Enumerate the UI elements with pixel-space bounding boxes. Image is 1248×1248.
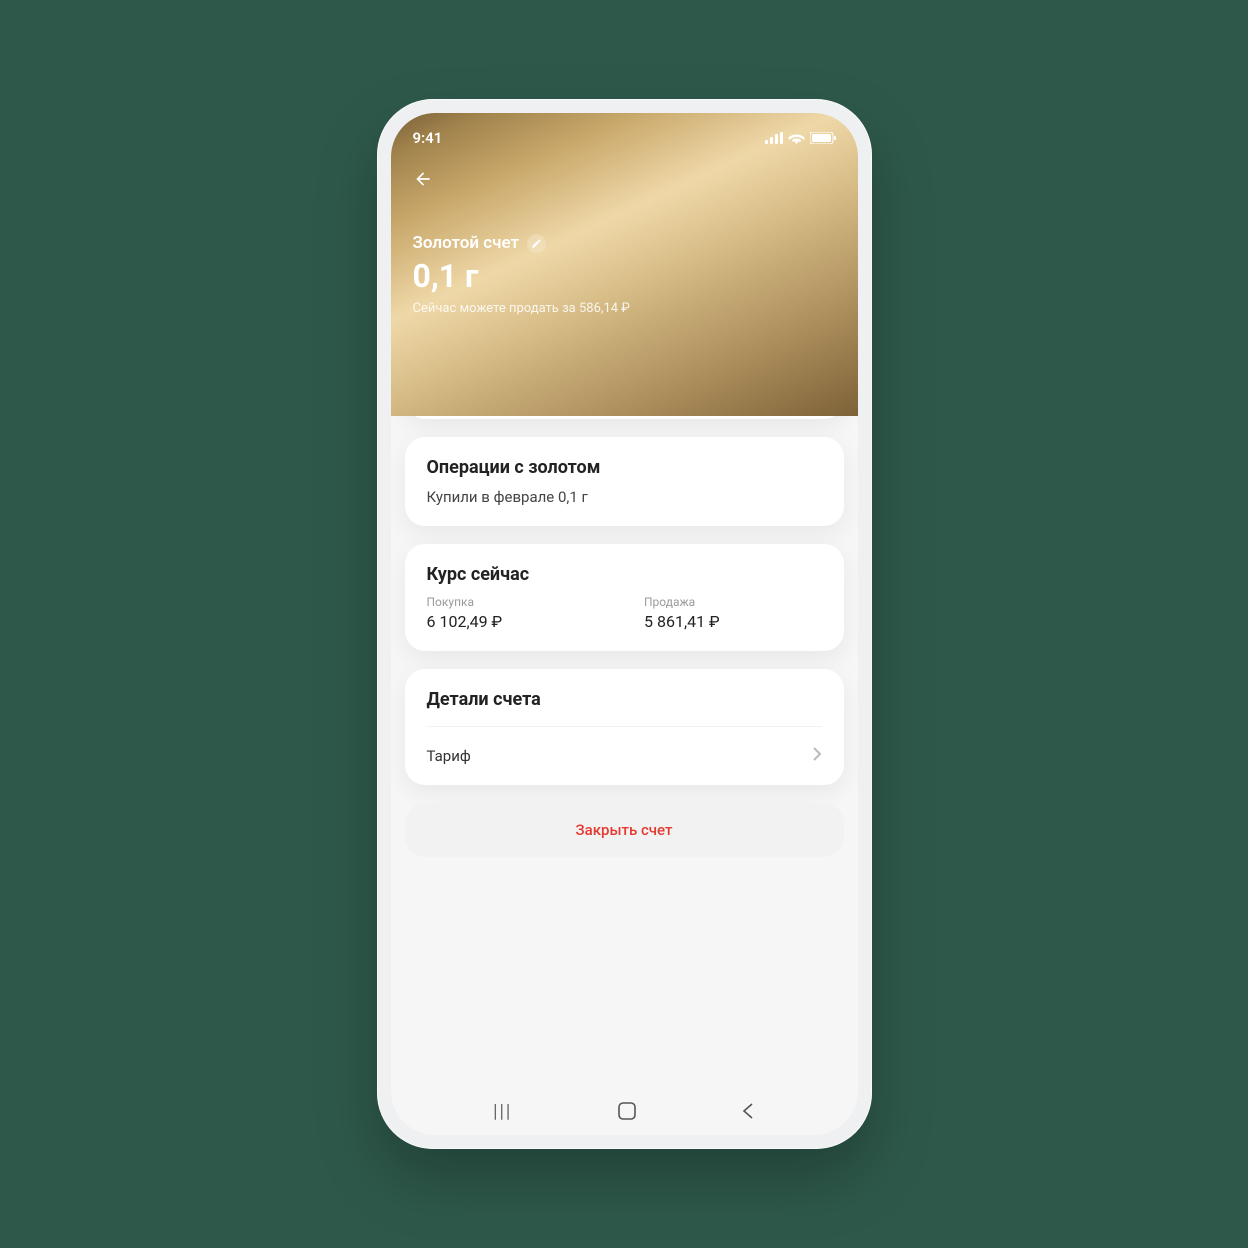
content-body: Купить Продать Операции с золотом Купили…	[391, 332, 858, 1087]
tariff-row[interactable]: Тариф	[427, 726, 822, 785]
close-account-button[interactable]: Закрыть счет	[405, 803, 844, 857]
rate-sell-value: 5 861,41 ₽	[644, 612, 822, 631]
back-button[interactable]	[413, 165, 441, 193]
battery-icon	[810, 132, 836, 144]
details-title: Детали счета	[427, 689, 822, 710]
system-nav-bar: |||	[391, 1087, 858, 1135]
wifi-icon	[788, 132, 805, 144]
pencil-icon	[531, 238, 542, 249]
operations-line: Купили в феврале 0,1 г	[427, 488, 822, 506]
rate-buy-label: Покупка	[427, 595, 605, 609]
rate-sell-label: Продажа	[644, 595, 822, 609]
account-subtext: Сейчас можете продать за 586,14 ₽	[413, 301, 836, 316]
nav-recent-button[interactable]: |||	[493, 1101, 512, 1122]
nav-back-button[interactable]	[741, 1102, 755, 1120]
rate-buy-value: 6 102,49 ₽	[427, 612, 605, 631]
close-account-label: Закрыть счет	[576, 821, 673, 839]
details-card: Детали счета Тариф	[405, 669, 844, 785]
status-icons	[765, 132, 836, 144]
signal-icon	[765, 132, 783, 144]
arrow-left-icon	[413, 169, 433, 189]
rate-card: Курс сейчас Покупка 6 102,49 ₽ Продажа 5…	[405, 544, 844, 651]
status-bar: 9:41	[413, 127, 836, 149]
rate-buy-col: Покупка 6 102,49 ₽	[427, 595, 605, 631]
nav-home-button[interactable]	[618, 1102, 636, 1120]
status-time: 9:41	[413, 129, 443, 147]
edit-title-button[interactable]	[527, 234, 546, 253]
operations-card[interactable]: Операции с золотом Купили в феврале 0,1 …	[405, 437, 844, 526]
screen: 9:41 Золотой счет	[391, 113, 858, 1135]
account-title: Золотой счет	[413, 233, 520, 253]
account-balance: 0,1 г	[413, 257, 836, 295]
chevron-right-icon	[813, 747, 822, 765]
phone-frame: 9:41 Золотой счет	[377, 99, 872, 1149]
rate-sell-col: Продажа 5 861,41 ₽	[644, 595, 822, 631]
rate-title: Курс сейчас	[427, 564, 822, 585]
tariff-label: Тариф	[427, 747, 471, 765]
operations-title: Операции с золотом	[427, 457, 822, 478]
hero-header: 9:41 Золотой счет	[391, 113, 858, 416]
account-title-row: Золотой счет	[413, 233, 836, 253]
